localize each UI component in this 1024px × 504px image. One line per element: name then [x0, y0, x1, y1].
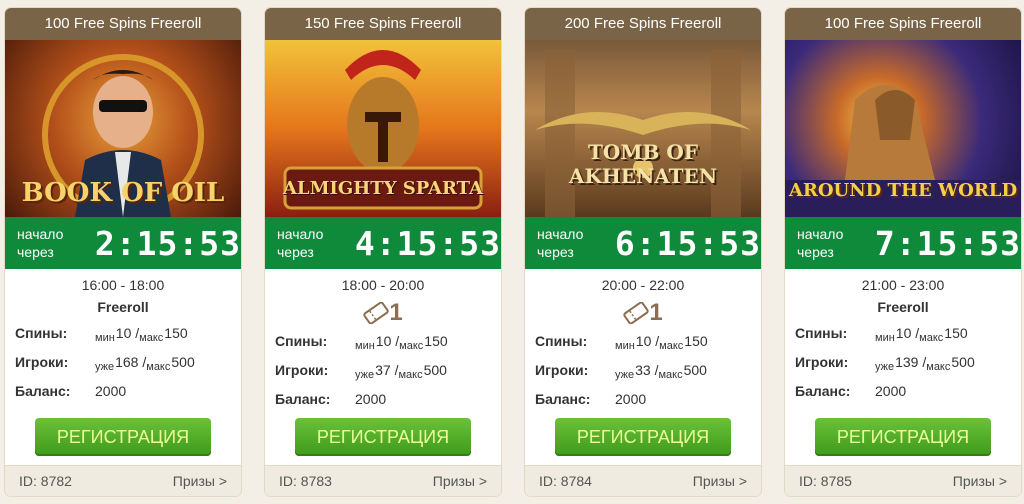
balance-value: 2000 — [355, 391, 387, 407]
balance-row: Баланс: 2000 — [785, 377, 1021, 406]
players-row: Игроки: уже168 /макс500 — [5, 348, 241, 377]
card-title: 100 Free Spins Freeroll — [5, 8, 241, 40]
spins-label: Спины: — [15, 325, 68, 341]
game-banner-almighty-sparta[interactable]: ALMIGHTY SPARTA — [265, 40, 501, 217]
card-footer: ID: 8782 Призы > — [5, 465, 241, 496]
countdown-time: 7:15:53 — [874, 223, 1021, 263]
register-button[interactable]: РЕГИСТРАЦИЯ — [815, 418, 991, 456]
game-title: BOOK OF OIL — [21, 178, 225, 208]
players-label: Игроки: — [535, 362, 589, 378]
players-row: Игроки: уже139 /макс500 — [785, 348, 1021, 377]
ticket-entry: 1 — [525, 299, 761, 327]
countdown: начало через 6:15:53 — [525, 217, 761, 269]
countdown-label: начало через — [17, 226, 64, 260]
prizes-link[interactable]: Призы > — [433, 473, 487, 489]
balance-label: Баланс: — [15, 383, 71, 399]
ticket-count: 1 — [649, 299, 663, 326]
tournament-id: ID: 8784 — [539, 473, 592, 489]
tournament-id: ID: 8785 — [799, 473, 852, 489]
spins-row: Спины: мин10 /макс150 — [5, 319, 241, 348]
game-title: AROUND THE WORLD — [788, 180, 1018, 201]
countdown-time: 4:15:53 — [354, 223, 501, 263]
tournament-card-8784: 200 Free Spins Freeroll TOMB OF AKHENATE… — [525, 8, 761, 496]
balance-value: 2000 — [95, 383, 127, 399]
register-button[interactable]: РЕГИСТРАЦИЯ — [555, 418, 731, 456]
balance-value: 2000 — [615, 391, 647, 407]
countdown: начало через 4:15:53 — [265, 217, 501, 269]
game-art — [535, 50, 751, 217]
countdown: начало через 7:15:53 — [785, 217, 1021, 269]
countdown-label: начало через — [537, 226, 584, 260]
ticket-icon — [623, 302, 649, 324]
prizes-link[interactable]: Призы > — [693, 473, 747, 489]
tournament-id: ID: 8783 — [279, 473, 332, 489]
spins-label: Спины: — [535, 333, 588, 349]
tournament-card-8782: 100 Free Spins Freeroll BOOK OF OIL нача… — [5, 8, 241, 496]
game-title: ALMIGHTY SPARTA — [282, 178, 484, 199]
balance-row: Баланс: 2000 — [265, 385, 501, 414]
spins-row: Спины: мин10 /макс150 — [525, 327, 761, 356]
tournament-id: ID: 8782 — [19, 473, 72, 489]
prizes-link[interactable]: Призы > — [953, 473, 1007, 489]
spins-label: Спины: — [795, 325, 848, 341]
card-footer: ID: 8785 Призы > — [785, 465, 1021, 496]
countdown-time: 6:15:53 — [614, 223, 761, 263]
players-label: Игроки: — [275, 362, 329, 378]
card-title: 200 Free Spins Freeroll — [525, 8, 761, 40]
schedule: 16:00 - 18:00 — [81, 277, 165, 293]
tournament-type: Freeroll — [97, 299, 149, 315]
spins-label: Спины: — [275, 333, 328, 349]
register-button[interactable]: РЕГИСТРАЦИЯ — [295, 418, 471, 456]
card-footer: ID: 8784 Призы > — [525, 465, 761, 496]
tournament-type: Freeroll — [877, 299, 929, 315]
game-banner-around-the-world[interactable]: AROUND THE WORLD — [785, 40, 1021, 217]
players-row: Игроки: уже37 /макс500 — [265, 356, 501, 385]
balance-label: Баланс: — [795, 383, 851, 399]
balance-value: 2000 — [875, 383, 907, 399]
players-row: Игроки: уже33 /макс500 — [525, 356, 761, 385]
game-banner-book-of-oil[interactable]: BOOK OF OIL — [5, 40, 241, 217]
register-button[interactable]: РЕГИСТРАЦИЯ — [35, 418, 211, 456]
card-title: 150 Free Spins Freeroll — [265, 8, 501, 40]
balance-row: Баланс: 2000 — [525, 385, 761, 414]
schedule: 20:00 - 22:00 — [601, 277, 685, 293]
schedule: 21:00 - 23:00 — [861, 277, 945, 293]
players-label: Игроки: — [795, 354, 849, 370]
countdown: начало через 2:15:53 — [5, 217, 241, 269]
card-title: 100 Free Spins Freeroll — [785, 8, 1021, 40]
ticket-icon — [363, 302, 389, 324]
prizes-link[interactable]: Призы > — [173, 473, 227, 489]
ticket-count: 1 — [389, 299, 403, 326]
ticket-entry: 1 — [265, 299, 501, 327]
game-title: TOMB OF AKHENATEN — [568, 140, 718, 188]
countdown-label: начало через — [797, 226, 844, 260]
card-footer: ID: 8783 Призы > — [265, 465, 501, 496]
spins-row: Спины: мин10 /макс150 — [265, 327, 501, 356]
tournament-card-8783: 150 Free Spins Freeroll ALMIGHTY SPARTA … — [265, 8, 501, 496]
tournament-card-8785: 100 Free Spins Freeroll AROUND THE WORLD… — [785, 8, 1021, 496]
schedule: 18:00 - 20:00 — [341, 277, 425, 293]
spins-row: Спины: мин10 /макс150 — [785, 319, 1021, 348]
players-label: Игроки: — [15, 354, 69, 370]
balance-row: Баланс: 2000 — [5, 377, 241, 406]
balance-label: Баланс: — [275, 391, 331, 407]
balance-label: Баланс: — [535, 391, 591, 407]
countdown-time: 2:15:53 — [94, 223, 241, 263]
game-banner-tomb-of-akhenaten[interactable]: TOMB OF AKHENATEN — [525, 40, 761, 217]
countdown-label: начало через — [277, 226, 324, 260]
